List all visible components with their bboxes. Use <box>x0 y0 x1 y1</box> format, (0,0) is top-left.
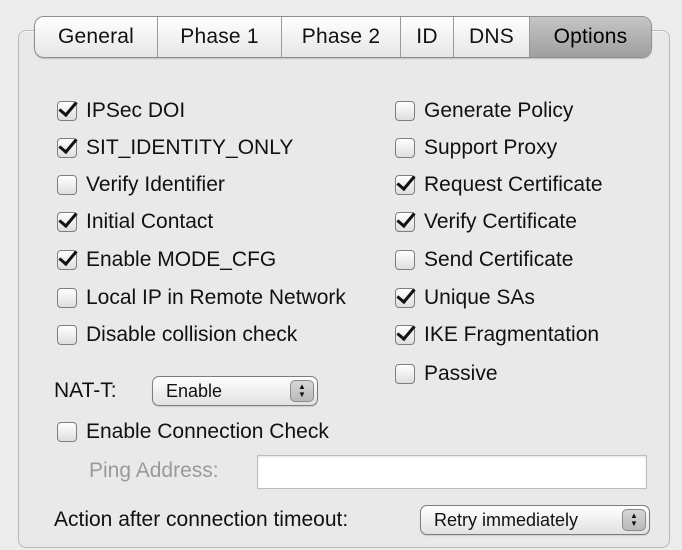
option-verify-certificate[interactable]: Verify Certificate <box>395 210 577 234</box>
checkbox[interactable] <box>395 175 415 195</box>
ping-address-label: Ping Address: <box>89 459 219 483</box>
option-sit-identity-only[interactable]: SIT_IDENTITY_ONLY <box>57 136 293 160</box>
option-initial-contact[interactable]: Initial Contact <box>57 210 213 234</box>
option-support-proxy[interactable]: Support Proxy <box>395 136 557 160</box>
option-label: Send Certificate <box>424 248 574 271</box>
option-label: Unique SAs <box>424 286 535 309</box>
timeout-action-label: Action after connection timeout: <box>54 508 348 532</box>
checkbox[interactable] <box>395 212 415 232</box>
tab-dns[interactable]: DNS <box>454 17 530 57</box>
checkbox[interactable] <box>57 138 77 158</box>
nat-t-label-text: NAT-T: <box>54 379 117 402</box>
option-request-certificate[interactable]: Request Certificate <box>395 173 603 197</box>
tab-general[interactable]: General <box>35 17 158 57</box>
timeout-action-popup[interactable]: Retry immediately ▲ ▼ <box>420 505 650 535</box>
option-label: Initial Contact <box>86 210 214 233</box>
checkbox[interactable] <box>395 288 415 308</box>
checkbox[interactable] <box>395 101 415 121</box>
updown-arrows-icon: ▲ ▼ <box>622 509 646 531</box>
ping-address-label-text: Ping Address: <box>89 459 219 482</box>
option-label: SIT_IDENTITY_ONLY <box>86 136 294 159</box>
checkbox[interactable] <box>57 288 77 308</box>
option-ipsec-doi[interactable]: IPSec DOI <box>57 99 185 123</box>
option-label: Request Certificate <box>424 173 603 196</box>
option-label: Enable Connection Check <box>86 420 329 443</box>
tab-id[interactable]: ID <box>401 17 454 57</box>
tab-phase-2[interactable]: Phase 2 <box>282 17 401 57</box>
option-local-ip-in-remote-network[interactable]: Local IP in Remote Network <box>57 286 346 310</box>
checkbox[interactable] <box>57 422 77 442</box>
option-label: Enable MODE_CFG <box>86 248 277 271</box>
checkbox[interactable] <box>57 212 77 232</box>
checkbox[interactable] <box>395 138 415 158</box>
option-passive[interactable]: Passive <box>395 362 498 386</box>
timeout-action-value: Retry immediately <box>434 509 579 530</box>
checkbox[interactable] <box>395 250 415 270</box>
option-label: IKE Fragmentation <box>424 323 600 346</box>
option-disable-collision-check[interactable]: Disable collision check <box>57 323 297 347</box>
option-enable-connection-check[interactable]: Enable Connection Check <box>57 420 329 444</box>
option-label: Generate Policy <box>424 99 574 122</box>
option-label: Support Proxy <box>424 136 558 159</box>
tab-bar: General Phase 1 Phase 2 ID DNS Options <box>34 16 652 58</box>
tab-options[interactable]: Options <box>530 17 651 57</box>
timeout-action-label-text: Action after connection timeout: <box>54 508 349 531</box>
checkbox[interactable] <box>57 175 77 195</box>
checkbox[interactable] <box>57 101 77 121</box>
option-unique-sas[interactable]: Unique SAs <box>395 286 535 310</box>
checkbox[interactable] <box>57 325 77 345</box>
option-label: Verify Identifier <box>86 173 225 196</box>
option-ike-fragmentation[interactable]: IKE Fragmentation <box>395 323 599 347</box>
updown-arrows-icon: ▲ ▼ <box>290 380 314 402</box>
option-label: Local IP in Remote Network <box>86 286 346 309</box>
option-send-certificate[interactable]: Send Certificate <box>395 248 573 272</box>
option-label: Verify Certificate <box>424 210 577 233</box>
checkbox[interactable] <box>57 250 77 270</box>
tab-phase-1[interactable]: Phase 1 <box>158 17 282 57</box>
option-enable-mode-cfg[interactable]: Enable MODE_CFG <box>57 248 276 272</box>
checkbox[interactable] <box>395 364 415 384</box>
option-generate-policy[interactable]: Generate Policy <box>395 99 573 123</box>
option-verify-identifier[interactable]: Verify Identifier <box>57 173 225 197</box>
checkbox[interactable] <box>395 325 415 345</box>
option-label: IPSec DOI <box>86 99 186 122</box>
option-label: Passive <box>424 362 498 385</box>
nat-t-popup[interactable]: Enable ▲ ▼ <box>152 376 318 406</box>
nat-t-value: Enable <box>166 380 223 401</box>
option-label: Disable collision check <box>86 323 298 346</box>
ping-address-field[interactable] <box>257 455 647 489</box>
nat-t-label: NAT-T: <box>54 379 117 403</box>
